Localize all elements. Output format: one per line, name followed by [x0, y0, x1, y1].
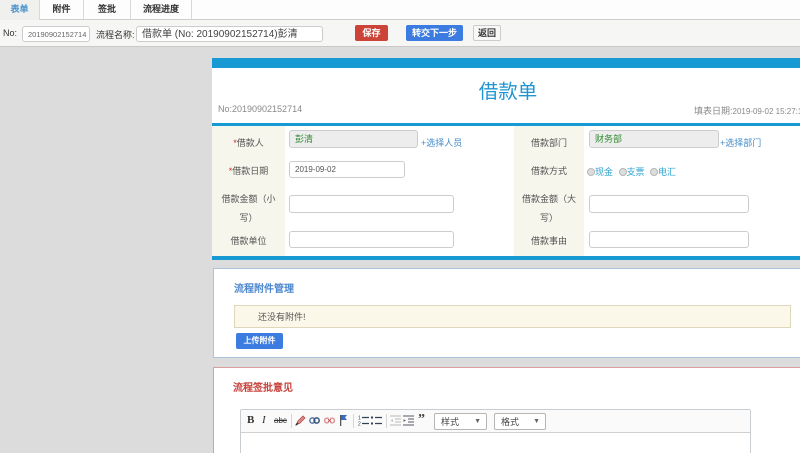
svg-text:2: 2 [358, 422, 361, 427]
